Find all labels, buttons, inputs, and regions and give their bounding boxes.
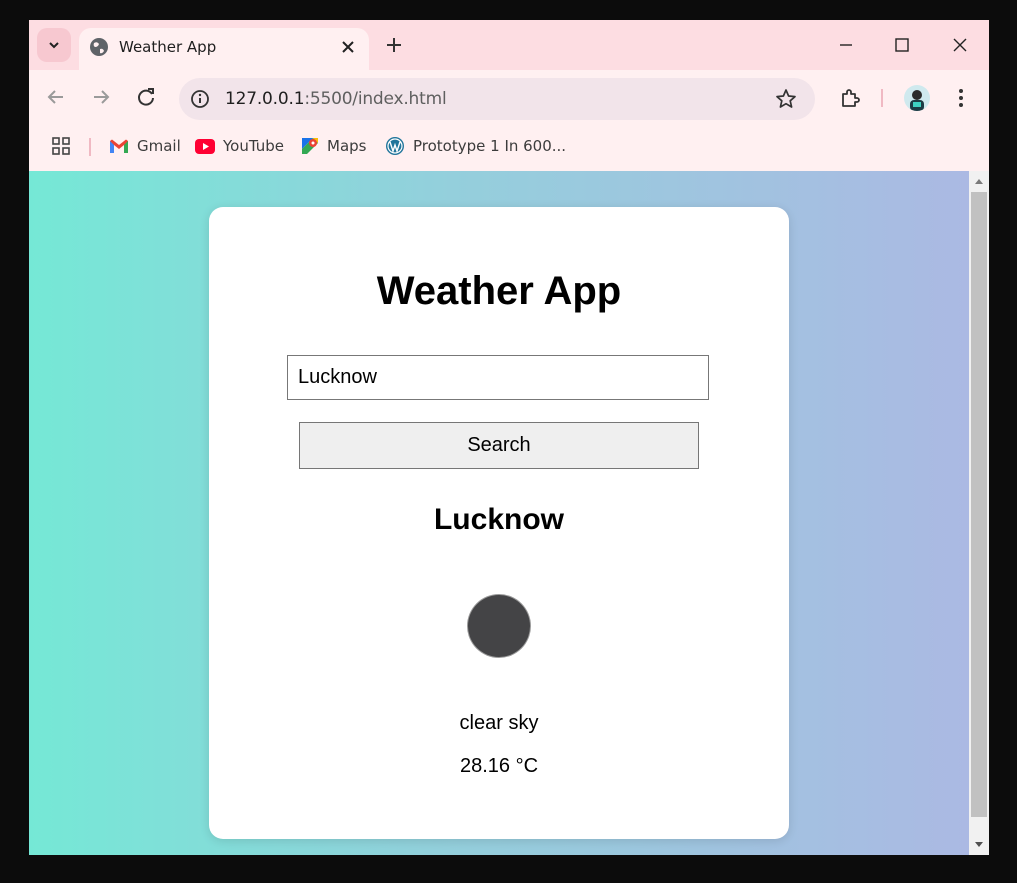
bookmark-label: Prototype 1 In 600...	[413, 137, 567, 155]
youtube-icon	[195, 138, 215, 154]
temperature: 28.16 °C	[459, 755, 539, 777]
tab-strip: Weather App	[29, 20, 989, 70]
wordpress-icon	[386, 137, 404, 155]
bookmark-label: Gmail	[137, 137, 181, 155]
city-input[interactable]	[287, 355, 709, 400]
scroll-up-arrow-icon[interactable]	[974, 177, 984, 185]
globe-icon	[90, 38, 108, 56]
profile-avatar[interactable]	[904, 85, 930, 111]
page-viewport: Weather App Search Lucknow clear sky 28.…	[29, 171, 969, 855]
weather-card: Weather App Search Lucknow clear sky 28.…	[209, 207, 789, 839]
weather-icon	[468, 595, 530, 657]
close-window-icon[interactable]	[950, 35, 970, 55]
bookmark-maps[interactable]: Maps	[301, 135, 366, 157]
forward-icon[interactable]	[90, 86, 112, 108]
close-tab-icon[interactable]	[341, 40, 355, 54]
extensions-icon[interactable]	[839, 87, 861, 109]
vertical-scrollbar[interactable]	[969, 171, 989, 855]
bookmarks-bar: Gmail YouTube Maps Prototype 1 In 600...	[29, 126, 989, 171]
maximize-icon[interactable]	[892, 35, 912, 55]
scroll-thumb[interactable]	[971, 192, 987, 817]
app-title: Weather App	[376, 269, 622, 313]
new-tab-icon[interactable]	[385, 36, 403, 54]
reload-icon[interactable]	[135, 86, 157, 108]
tab-weather-app[interactable]: Weather App	[79, 28, 369, 70]
bookmark-star-icon[interactable]	[775, 88, 797, 110]
address-bar[interactable]: 127.0.0.1:5500/index.html	[179, 78, 815, 120]
more-menu-icon[interactable]	[950, 87, 972, 109]
search-button[interactable]: Search	[299, 422, 699, 469]
browser-window: Weather App 127.0.0.1:5500/index.html Gm…	[29, 20, 989, 855]
maps-icon	[302, 138, 318, 154]
weather-description: clear sky	[459, 712, 539, 734]
bookmark-label: Maps	[327, 137, 367, 155]
url-host: 127.0.0.1	[225, 89, 305, 109]
minimize-icon[interactable]	[836, 35, 856, 55]
bookmarks-divider	[89, 138, 91, 156]
scroll-down-arrow-icon[interactable]	[974, 841, 984, 849]
tab-search-button[interactable]	[37, 28, 71, 62]
toolbar: 127.0.0.1:5500/index.html	[29, 70, 989, 126]
bookmark-prototype[interactable]: Prototype 1 In 600...	[385, 135, 566, 157]
apps-grid-icon[interactable]	[51, 136, 71, 156]
bookmark-gmail[interactable]: Gmail	[109, 135, 181, 157]
city-name: Lucknow	[433, 503, 564, 536]
back-icon[interactable]	[45, 86, 67, 108]
chevron-down-icon	[49, 42, 59, 49]
url-text: 127.0.0.1:5500/index.html	[225, 89, 447, 109]
bookmark-youtube[interactable]: YouTube	[195, 135, 284, 157]
site-info-icon[interactable]	[189, 88, 211, 110]
url-path: :5500/index.html	[304, 89, 447, 109]
tab-title: Weather App	[119, 38, 217, 56]
gmail-icon	[110, 139, 128, 153]
toolbar-divider	[881, 89, 883, 107]
bookmark-label: YouTube	[223, 137, 284, 155]
profile-icon	[910, 90, 924, 111]
